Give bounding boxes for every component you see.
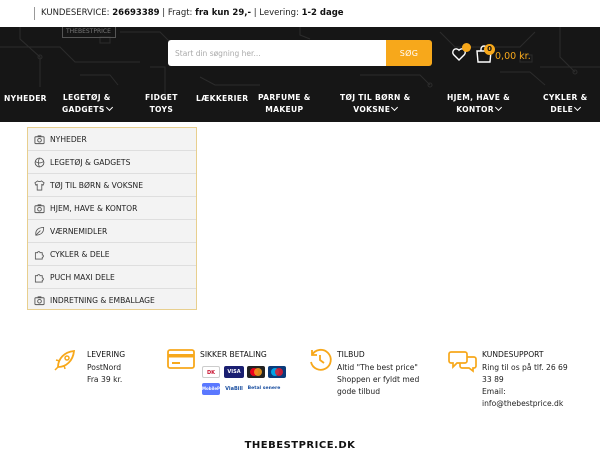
chat-bubbles-icon [448,351,477,373]
nav-item-cykler[interactable]: CYKLER & DELE [543,92,588,116]
nav-item-toj[interactable]: TØJ TIL BØRN & VOKSNE [340,92,411,116]
nav-label: MAKEUP [265,105,304,114]
nav-item-parfume[interactable]: PARFUME & MAKEUP [258,92,311,116]
nav-label: VOKSNE [353,105,391,114]
footer-brand: THEBESTPRICE.DK [244,440,356,450]
ball-icon [34,157,45,168]
camera-icon [34,204,45,214]
chevron-down-icon [391,103,399,112]
freight-value: fra kun 29,- [195,8,252,18]
category-label: LEGETØJ & GADGETS [50,158,131,167]
leaf-icon [35,226,45,236]
rocket-icon [54,349,76,371]
feature-title: TILBUD [337,350,365,359]
search-input[interactable] [168,40,386,66]
category-item-nyheder[interactable]: NYHEDER [28,128,196,151]
nav-label: CYKLER & [543,93,588,102]
pay-later-logo: Betal senere [247,383,281,395]
category-item-toj[interactable]: TØJ TIL BØRN & VOKSNE [28,174,196,197]
maestro-logo [268,366,286,378]
camera-icon [34,135,45,145]
nav-item-legetoj[interactable]: LEGETØJ & GADGETS [62,92,113,116]
mobilepay-logo: MobilePay [202,383,225,395]
category-item-cykler[interactable]: CYKLER & DELE [28,243,196,266]
category-item-legetoj[interactable]: LEGETØJ & GADGETS [28,151,196,174]
category-label: NYHEDER [50,135,87,144]
support-email[interactable]: info@thebestprice.dk [482,398,563,410]
nav-item-nyheder[interactable]: NYHEDER [4,93,47,105]
visa-logo: VISA [224,366,244,378]
nav-label: GADGETS [62,105,105,114]
nav-label: FIDGET [145,93,178,102]
nav-label: LÆKKERIER [196,94,249,103]
nav-label: TØJ TIL BØRN & [340,93,411,102]
nav-label: HJEM, HAVE & [447,93,511,102]
category-label: VÆRNEMIDLER [50,227,108,236]
category-label: PUCH MAXI DELE [50,273,115,282]
shirt-icon [34,180,45,191]
main-nav: NYHEDER LEGETØJ & GADGETS FIDGET TOYS LÆ… [0,89,600,122]
feature-title: LEVERING [87,350,126,359]
freight-label: | Fragt: [162,8,193,18]
category-label: CYKLER & DELE [50,250,110,259]
category-item-hjem[interactable]: HJEM, HAVE & KONTOR [28,197,196,220]
service-label: KUNDESERVICE: [41,8,110,18]
mastercard-logo [247,366,265,378]
service-phone[interactable]: 26693389 [112,8,159,18]
nav-item-laekkerier[interactable]: LÆKKERIER [196,93,248,105]
feature-text: Ring til os på tlf. 26 69 [482,363,568,372]
wishlist-badge [462,43,471,52]
feature-text: gode tilbud [337,387,381,396]
cart-count-badge: 0 [484,44,495,55]
nav-item-hjem[interactable]: HJEM, HAVE & KONTOR [447,92,510,116]
chevron-down-icon [105,103,113,112]
puzzle-icon [34,274,44,283]
dankort-logo: DK [202,366,220,378]
search-button[interactable]: SØG [386,40,432,66]
category-label: INDRETNING & EMBALLAGE [50,296,155,305]
nav-label: DELE [550,105,574,114]
category-label: TØJ TIL BØRN & VOKSNE [50,181,144,190]
feature-text: PostNord [87,363,122,372]
delivery-value: 1-2 dage [301,8,344,18]
camera-icon [34,296,45,306]
feature-title: KUNDESUPPORT [482,350,544,359]
feature-text: Shoppen er fyldt med [337,375,420,384]
category-item-puch[interactable]: PUCH MAXI DELE [28,266,196,289]
top-info-bar: KUNDESERVICE: 26693389 | Fragt: fra kun … [0,0,600,27]
feature-text: Email: [482,387,506,396]
nav-label: NYHEDER [4,94,47,103]
puzzle-icon [34,251,44,260]
logo-fragment[interactable]: THEBESTPRICE [62,27,116,38]
mastercard-circles [250,368,262,376]
cart-total[interactable]: 0,00 kr. [495,51,531,62]
category-item-indretning[interactable]: INDRETNING & EMBALLAGE [28,289,196,312]
chevron-down-icon [494,103,502,112]
category-label: HJEM, HAVE & KONTOR [50,204,138,213]
feature-text: Fra 39 kr. [87,375,123,384]
nav-item-fidget[interactable]: FIDGET TOYS [145,92,178,116]
feature-text: Altid "The best price" [337,363,418,372]
feature-text: 33 89 [482,375,504,384]
history-clock-icon [310,348,332,371]
nav-label: PARFUME & [258,93,311,102]
topbar-info: KUNDESERVICE: 26693389 | Fragt: fra kun … [41,8,344,18]
nav-label: TOYS [149,105,174,114]
category-item-vaernemidler[interactable]: VÆRNEMIDLER [28,220,196,243]
search-bar: SØG [168,40,432,66]
delivery-label: | Levering: [253,8,299,18]
topbar-divider [34,7,35,20]
feature-title: SIKKER BETALING [200,350,267,359]
nav-label: LEGETØJ & [62,93,111,102]
chevron-down-icon [574,103,582,112]
maestro-circles [271,368,283,376]
site-header: THEBESTPRICE SØG 0 0,00 kr. NYHEDER LEGE… [0,27,600,122]
viabill-logo: ViaBill [224,383,244,395]
category-menu: NYHEDER LEGETØJ & GADGETS TØJ TIL BØRN &… [27,127,197,310]
credit-card-icon [167,349,195,369]
nav-label: KONTOR [456,105,494,114]
